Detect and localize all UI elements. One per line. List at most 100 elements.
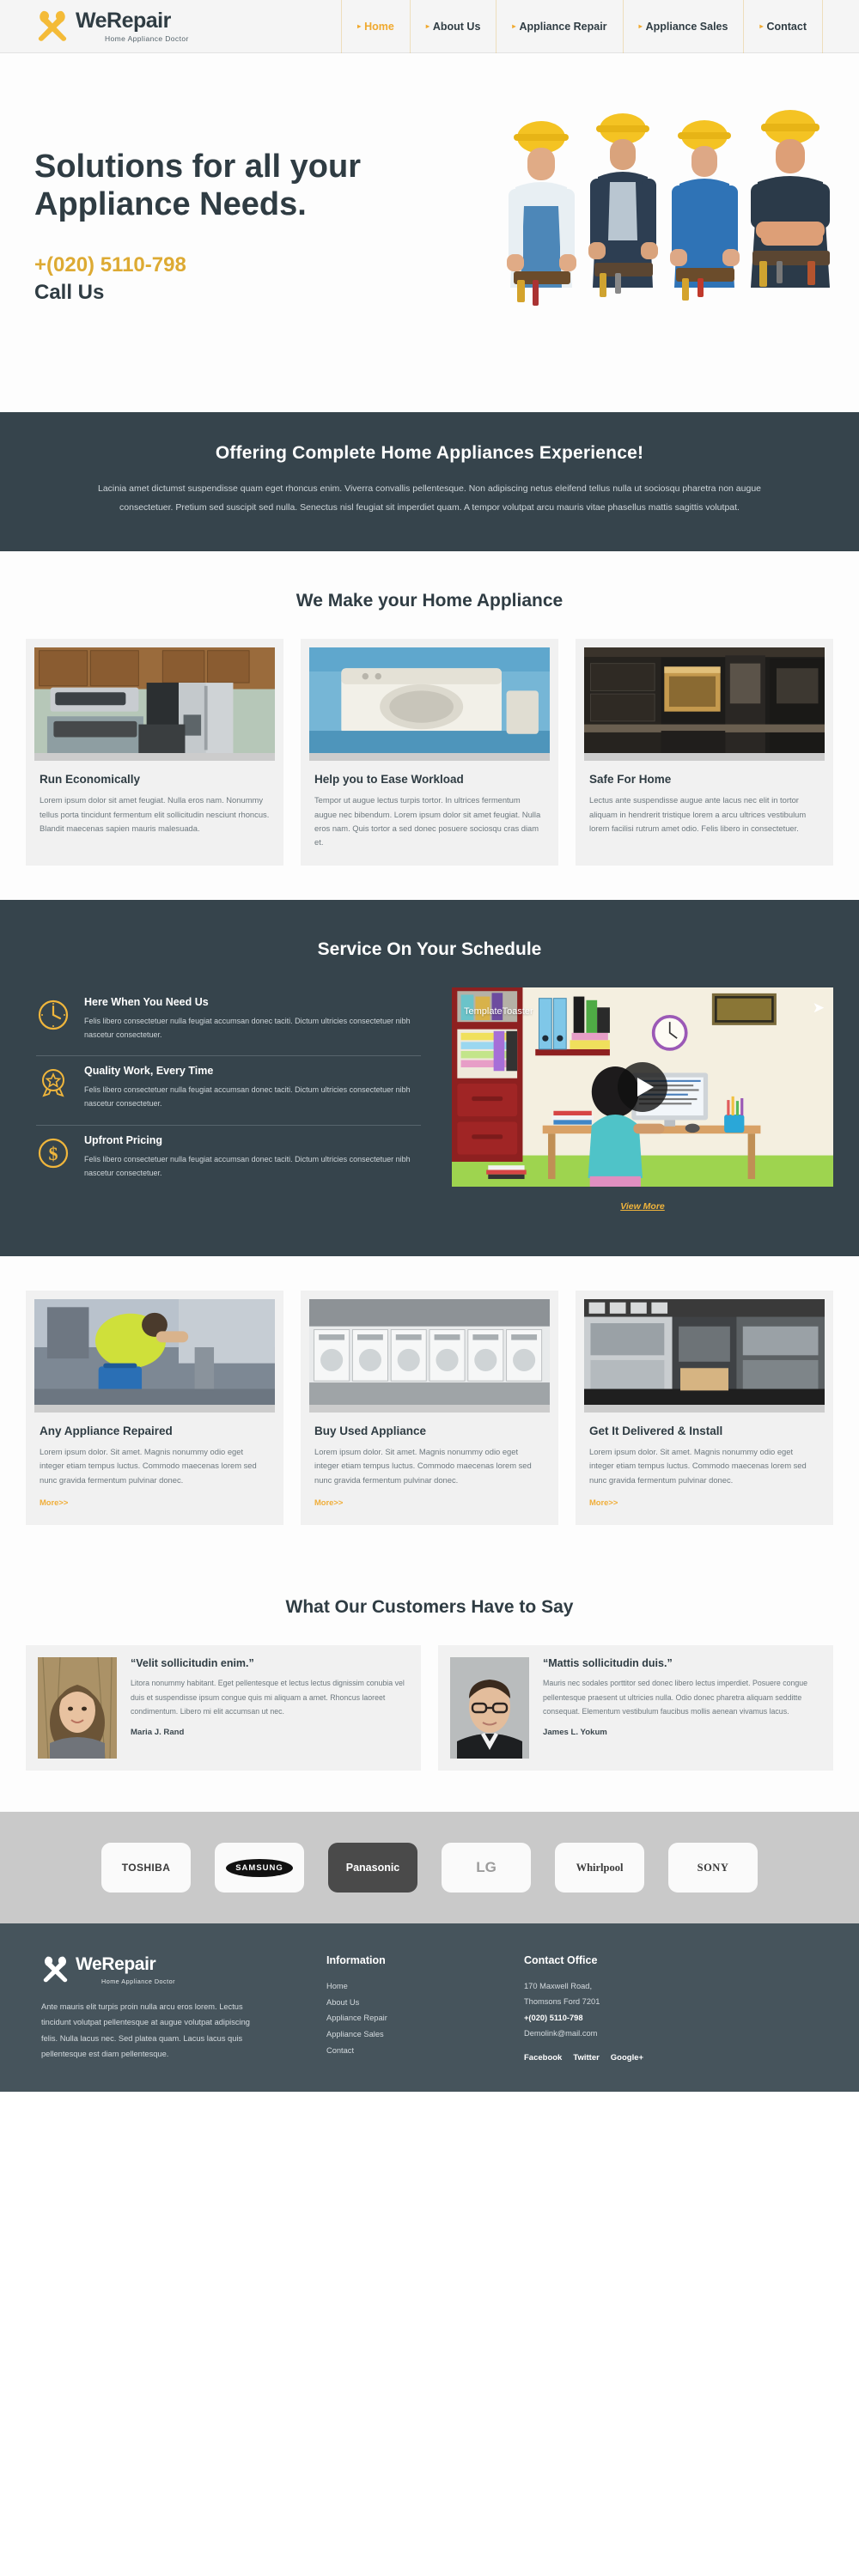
nav-item-appliance-sales[interactable]: ▸ Appliance Sales <box>622 0 744 53</box>
schedule-video-column: TemplateToaster ➤ View More <box>452 987 833 1212</box>
brand-label: SONY <box>697 1861 729 1874</box>
section-title: We Make your Home Appliance <box>295 591 564 611</box>
hero-title: Solutions for all your Appliance Needs. <box>34 149 362 223</box>
testimonials-container: “Velit sollicitudin enim.” Litora nonumm… <box>26 1645 833 1771</box>
site-footer: WeRepair Home Appliance Doctor Ante maur… <box>0 1923 859 2092</box>
crossed-wrench-screwdriver-icon <box>36 9 69 44</box>
testimonial-text: Mauris nec sodales porttitor sed donec l… <box>543 1679 808 1716</box>
footer-address-line1: 170 Maxwell Road, <box>524 1982 593 1991</box>
feature-card[interactable]: Safe For Home Lectus ante suspendisse au… <box>576 639 833 866</box>
hero-section: Solutions for all your Appliance Needs. … <box>0 53 859 412</box>
footer-phone[interactable]: +(020) 5110-798 <box>524 2010 747 2026</box>
play-button-icon[interactable] <box>618 1061 667 1112</box>
feature-row: Quality Work, Every Time Felis libero co… <box>36 1056 421 1126</box>
service-card[interactable]: Get It Delivered & Install Lorem ipsum d… <box>576 1290 833 1526</box>
brand-logo-samsung[interactable]: SAMSUNG <box>215 1843 304 1893</box>
footer-link-appliance-repair[interactable]: Appliance Repair <box>326 2010 524 2026</box>
nav-label: Appliance Repair <box>519 20 607 33</box>
dollar-coin-icon: $ <box>36 1136 70 1170</box>
footer-brand-logo[interactable]: WeRepair Home Appliance Doctor <box>41 1954 326 1985</box>
brand-logo[interactable]: WeRepair Home Appliance Doctor <box>36 9 189 44</box>
crossed-wrench-screwdriver-icon <box>41 1955 70 1984</box>
chevron-right-icon: ▸ <box>512 22 516 30</box>
schedule-container: Here When You Need Us Felis libero conse… <box>26 987 833 1212</box>
row-of-washing-machines-photo <box>309 1298 550 1413</box>
banner-title: Offering Complete Home Appliances Experi… <box>215 443 644 463</box>
nav-item-contact[interactable]: ▸ Contact <box>743 0 823 53</box>
we-make-cards: Run Economically Lorem ipsum dolor sit a… <box>26 639 833 866</box>
nav-item-home[interactable]: ▸ Home <box>341 0 410 53</box>
feature-card[interactable]: Help you to Ease Workload Tempor ut augu… <box>301 639 558 866</box>
social-link-twitter[interactable]: Twitter <box>573 2053 599 2063</box>
technician-repairing-appliance-photo <box>34 1298 275 1413</box>
share-arrow-icon[interactable]: ➤ <box>813 999 825 1017</box>
hero-call-label: Call Us <box>34 280 105 304</box>
brand-logo-toshiba[interactable]: TOSHIBA <box>101 1843 191 1893</box>
page-root: WeRepair Home Appliance Doctor ▸ Home ▸ … <box>0 0 859 2092</box>
services-cards: Any Appliance Repaired Lorem ipsum dolor… <box>26 1290 833 1526</box>
feature-title: Upfront Pricing <box>84 1133 162 1146</box>
award-ribbon-icon <box>36 1066 70 1101</box>
services-section: Any Appliance Repaired Lorem ipsum dolor… <box>0 1255 859 1560</box>
appliance-showroom-photo <box>584 1298 825 1413</box>
footer-brand-tagline: Home Appliance Doctor <box>101 1978 176 1986</box>
woman-portrait-photo <box>38 1657 117 1759</box>
social-link-google-plus[interactable]: Google+ <box>611 2053 643 2063</box>
card-text: Lorem ipsum dolor. Sit amet. Magnis nonu… <box>40 1446 257 1485</box>
feature-text: Felis libero consectetuer nulla feugiat … <box>84 1016 411 1040</box>
testimonial-text: Litora nonummy habitant. Eget pellentesq… <box>131 1679 405 1716</box>
more-link[interactable]: More>> <box>40 1498 68 1507</box>
testimonial-author: Maria J. Rand <box>131 1728 185 1738</box>
repair-team-illustration <box>490 103 859 412</box>
footer-brand-name: WeRepair <box>76 1954 156 1975</box>
brand-logo-sony[interactable]: SONY <box>668 1843 758 1893</box>
service-card[interactable]: Buy Used Appliance Lorem ipsum dolor. Si… <box>301 1290 558 1526</box>
brand-label: LG <box>476 1859 497 1876</box>
testimonial-quote: “Mattis sollicitudin duis.” <box>543 1657 673 1670</box>
feature-title: Quality Work, Every Time <box>84 1065 214 1078</box>
kitchen-with-stainless-appliances-photo <box>34 647 275 762</box>
brand-label: Whirlpool <box>576 1861 624 1874</box>
chevron-right-icon: ▸ <box>638 22 643 30</box>
banner-text: Lacinia amet dictumst suspendisse quam e… <box>97 483 762 513</box>
card-text: Lectus ante suspendisse augue ante lacus… <box>589 795 807 833</box>
feature-card[interactable]: Run Economically Lorem ipsum dolor sit a… <box>26 639 283 866</box>
footer-email[interactable]: Demolink@mail.com <box>524 2026 747 2041</box>
brand-tagline: Home Appliance Doctor <box>105 33 189 43</box>
brand-logo-lg[interactable]: LG <box>442 1843 531 1893</box>
dark-modern-kitchen-photo <box>584 647 825 762</box>
more-link[interactable]: More>> <box>589 1498 618 1507</box>
footer-link-contact[interactable]: Contact <box>326 2043 524 2059</box>
hero-text-block: Solutions for all your Appliance Needs. … <box>34 148 412 305</box>
card-title: Help you to Ease Workload <box>314 773 464 787</box>
more-link[interactable]: More>> <box>314 1498 343 1507</box>
footer-link-appliance-sales[interactable]: Appliance Sales <box>326 2026 524 2043</box>
brand-logo-whirlpool[interactable]: Whirlpool <box>555 1843 644 1893</box>
feature-row: $ Upfront Pricing Felis libero consectet… <box>36 1126 421 1194</box>
brand-logo-panasonic[interactable]: Panasonic <box>328 1843 417 1893</box>
footer-address-line2: Thomsons Ford 7201 <box>524 1997 600 2007</box>
card-text: Lorem ipsum dolor. Sit amet. Magnis nonu… <box>314 1446 532 1485</box>
nav-item-about-us[interactable]: ▸ About Us <box>409 0 497 53</box>
nav-label: Contact <box>766 20 807 33</box>
view-more-link[interactable]: View More <box>452 1201 833 1212</box>
social-link-facebook[interactable]: Facebook <box>524 2053 562 2063</box>
chevron-right-icon: ▸ <box>425 22 430 30</box>
testimonials-section: What Our Customers Have to Say “Velit so… <box>0 1559 859 1813</box>
testimonial-card: “Mattis sollicitudin duis.” Mauris nec s… <box>438 1645 833 1771</box>
footer-link-home[interactable]: Home <box>326 1978 524 1995</box>
hero-phone[interactable]: +(020) 5110-798 <box>34 253 412 277</box>
nav-label: About Us <box>432 20 481 33</box>
footer-link-about-us[interactable]: About Us <box>326 1995 524 2011</box>
card-text: Lorem ipsum dolor sit amet feugiat. Null… <box>40 795 270 833</box>
feature-title: Here When You Need Us <box>84 995 209 1008</box>
testimonial-quote: “Velit sollicitudin enim.” <box>131 1657 254 1670</box>
footer-contact-column: Contact Office 170 Maxwell Road, Thomson… <box>524 1954 747 2063</box>
service-card[interactable]: Any Appliance Repaired Lorem ipsum dolor… <box>26 1290 283 1526</box>
video-player[interactable]: TemplateToaster ➤ <box>452 987 833 1187</box>
testimonial-author: James L. Yokum <box>543 1728 607 1738</box>
footer-information-heading: Information <box>326 1954 386 1967</box>
card-title: Any Appliance Repaired <box>40 1424 173 1437</box>
nav-item-appliance-repair[interactable]: ▸ Appliance Repair <box>496 0 622 53</box>
feature-text: Felis libero consectetuer nulla feugiat … <box>84 1085 411 1109</box>
